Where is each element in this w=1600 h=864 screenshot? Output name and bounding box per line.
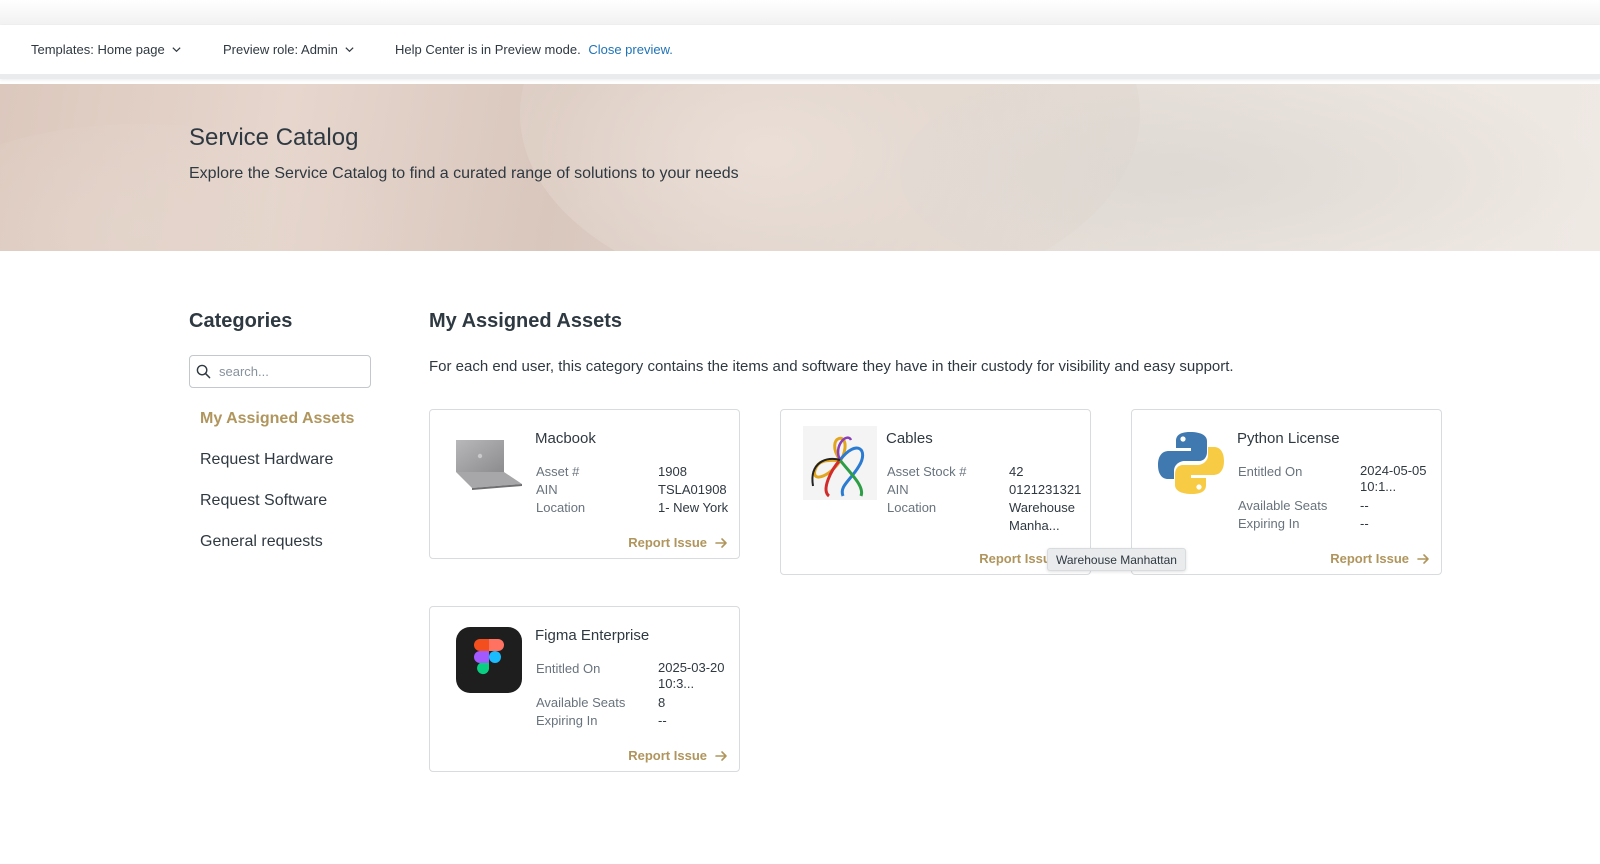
page-title: Service Catalog bbox=[189, 124, 359, 151]
asset-name: Macbook bbox=[535, 430, 596, 447]
field-label: AIN bbox=[536, 482, 558, 497]
report-issue-button[interactable]: Report Issue bbox=[1330, 551, 1430, 566]
field-value: TSLA01908 bbox=[658, 482, 727, 497]
arrow-right-icon bbox=[715, 537, 727, 548]
search-icon bbox=[196, 364, 211, 379]
field-label: Asset Stock # bbox=[887, 464, 967, 479]
report-issue-button[interactable]: Report Issue bbox=[628, 748, 728, 763]
sidebar-item-my-assigned-assets[interactable]: My Assigned Assets bbox=[200, 410, 354, 451]
location-tooltip: Warehouse Manhattan bbox=[1047, 548, 1186, 571]
report-issue-label: Report Issue bbox=[628, 535, 707, 550]
field-label: Expiring In bbox=[1238, 516, 1300, 531]
close-preview-link[interactable]: Close preview. bbox=[588, 42, 673, 57]
asset-details: Asset Stock # 42 AIN 0121231321 Location Wa… bbox=[887, 463, 1089, 535]
asset-card-macbook[interactable]: Macbook Asset # 1908 AIN TSLA01908 Locatio… bbox=[429, 409, 740, 559]
field-label: Location bbox=[536, 500, 586, 515]
asset-details: Entitled On 2024-05-05 10:1... Available … bbox=[1238, 463, 1440, 533]
field-value: 0121231321 bbox=[1009, 482, 1082, 497]
arrow-right-icon bbox=[1417, 553, 1429, 564]
preview-mode-text: Help Center is in Preview mode. bbox=[395, 42, 581, 57]
field-value: -- bbox=[658, 713, 667, 728]
field-value: 2024-05-05 10:1... bbox=[1360, 463, 1427, 494]
sidebar-item-general-requests[interactable]: General requests bbox=[200, 533, 354, 574]
report-issue-label: Report Issue bbox=[1330, 551, 1409, 566]
report-issue-button[interactable]: Report Issue bbox=[628, 535, 728, 550]
category-nav: My Assigned Assets Request Hardware Requ… bbox=[200, 410, 354, 574]
templates-label: Templates: Home page bbox=[31, 42, 165, 57]
field-label: AIN bbox=[887, 482, 909, 497]
field-value: -- bbox=[1360, 498, 1369, 513]
chevron-down-icon bbox=[345, 47, 354, 53]
page-subtitle: Explore the Service Catalog to find a cu… bbox=[189, 165, 739, 182]
field-label: Expiring In bbox=[536, 713, 598, 728]
templates-dropdown[interactable]: Templates: Home page bbox=[31, 42, 182, 57]
laptop-icon bbox=[456, 440, 522, 490]
preview-mode-notice: Help Center is in Preview mode. Close pr… bbox=[395, 42, 673, 57]
category-search[interactable] bbox=[189, 355, 371, 388]
search-input[interactable] bbox=[219, 364, 359, 379]
report-issue-label: Report Issue bbox=[628, 748, 707, 763]
section-description: For each end user, this category contain… bbox=[429, 358, 1234, 375]
field-value: Warehouse Manha... bbox=[1009, 500, 1075, 533]
field-value: 2025-03-20 10:3... bbox=[658, 660, 725, 691]
field-value: -- bbox=[1360, 516, 1369, 531]
field-label: Available Seats bbox=[1238, 498, 1328, 513]
field-value: 42 bbox=[1009, 464, 1024, 479]
preview-bar: Templates: Home page Preview role: Admin… bbox=[0, 25, 1600, 79]
browser-top-edge bbox=[0, 0, 1600, 25]
asset-card-cables[interactable]: Cables Asset Stock # 42 AIN 0121231321 Loc… bbox=[780, 409, 1091, 575]
preview-role-label: Preview role: Admin bbox=[223, 42, 338, 57]
python-logo-icon bbox=[1158, 432, 1224, 494]
field-label: Entitled On bbox=[1238, 464, 1303, 479]
preview-role-dropdown[interactable]: Preview role: Admin bbox=[223, 42, 355, 57]
hero-banner: Service Catalog Explore the Service Cata… bbox=[0, 84, 1600, 251]
arrow-right-icon bbox=[715, 750, 727, 761]
field-label: Entitled On bbox=[536, 661, 601, 676]
field-value: 8 bbox=[658, 695, 666, 710]
asset-details: Asset # 1908 AIN TSLA01908 Location 1- New … bbox=[536, 463, 738, 517]
figma-logo-icon bbox=[456, 627, 522, 693]
sidebar-item-request-software[interactable]: Request Software bbox=[200, 492, 354, 533]
categories-title: Categories bbox=[189, 310, 293, 332]
sidebar-item-request-hardware[interactable]: Request Hardware bbox=[200, 451, 354, 492]
field-label: Location bbox=[887, 500, 937, 515]
chevron-down-icon bbox=[172, 47, 181, 53]
field-label: Available Seats bbox=[536, 695, 626, 710]
field-value: 1- New York bbox=[658, 500, 729, 515]
asset-name: Figma Enterprise bbox=[535, 627, 650, 644]
asset-name: Cables bbox=[886, 430, 933, 447]
asset-name: Python License bbox=[1237, 430, 1340, 447]
asset-card-figma-enterprise[interactable]: Figma Enterprise Entitled On 2025-03-20 1… bbox=[429, 606, 740, 772]
field-value: 1908 bbox=[658, 464, 687, 479]
asset-details: Entitled On 2025-03-20 10:3... Available … bbox=[536, 660, 738, 730]
section-title: My Assigned Assets bbox=[429, 310, 623, 332]
cables-icon bbox=[803, 426, 877, 500]
field-label: Asset # bbox=[536, 464, 580, 479]
